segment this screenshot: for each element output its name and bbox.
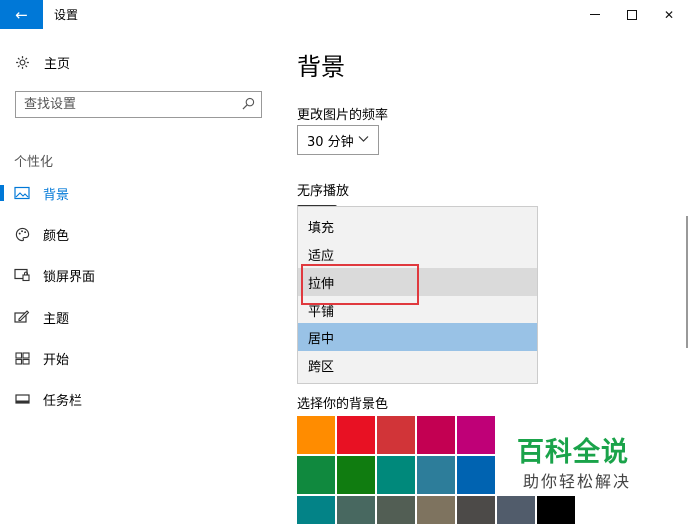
palette-icon xyxy=(14,226,30,242)
maximize-button[interactable] xyxy=(614,0,650,29)
sidebar-item-label: 任务栏 xyxy=(43,393,83,409)
color-swatch[interactable] xyxy=(337,496,375,524)
watermark-subtitle: 助你轻松解决 xyxy=(523,472,632,491)
picture-icon xyxy=(14,185,30,201)
close-icon: ✕ xyxy=(663,7,675,22)
home-label: 主页 xyxy=(44,56,71,72)
color-swatch[interactable] xyxy=(417,496,455,524)
section-title: 个性化 xyxy=(14,155,54,170)
color-swatch[interactable] xyxy=(537,496,575,524)
sidebar-item-label: 颜色 xyxy=(43,228,70,244)
color-swatch[interactable] xyxy=(377,416,415,454)
sidebar-item-background[interactable]: 背景 xyxy=(0,173,280,213)
color-swatch[interactable] xyxy=(457,496,495,524)
theme-icon xyxy=(14,309,30,325)
scrollbar-thumb[interactable] xyxy=(686,216,688,348)
color-swatch[interactable] xyxy=(337,456,375,494)
back-arrow-icon: ← xyxy=(15,5,28,24)
chevron-down-icon xyxy=(358,133,369,147)
color-swatch[interactable] xyxy=(497,496,535,524)
window-title: 设置 xyxy=(54,8,79,22)
minimize-button[interactable] xyxy=(577,0,613,29)
search-input[interactable] xyxy=(24,97,234,112)
color-swatch[interactable] xyxy=(417,456,455,494)
gear-icon xyxy=(14,54,30,70)
sidebar-item-themes[interactable]: 主题 xyxy=(0,297,280,337)
minimize-icon xyxy=(590,14,600,15)
color-swatch[interactable] xyxy=(377,496,415,524)
change-frequency-dropdown[interactable]: 30 分钟 xyxy=(297,125,379,155)
sidebar-item-label: 主题 xyxy=(43,311,70,327)
shuffle-label: 无序播放 xyxy=(297,184,350,199)
color-swatch[interactable] xyxy=(457,416,495,454)
back-button[interactable]: ← xyxy=(0,0,43,29)
color-swatch[interactable] xyxy=(377,456,415,494)
watermark-title: 百科全说 xyxy=(517,437,629,468)
background-color-label: 选择你的背景色 xyxy=(297,397,389,412)
fit-option-fill[interactable]: 填充 xyxy=(298,212,537,240)
sidebar: 主页 个性化 背景 颜色 锁屏界面 主题 开始 xyxy=(0,29,280,524)
maximize-icon xyxy=(627,9,637,20)
sidebar-item-start[interactable]: 开始 xyxy=(0,338,280,378)
dropdown-value: 30 分钟 xyxy=(307,134,354,150)
fit-option-center[interactable]: 居中 xyxy=(298,323,537,351)
title-bar: ← 设置 ✕ xyxy=(0,0,692,29)
search-box[interactable] xyxy=(15,91,262,118)
sidebar-item-label: 锁屏界面 xyxy=(43,269,96,285)
sidebar-item-label: 背景 xyxy=(43,187,70,203)
color-swatch[interactable] xyxy=(417,416,455,454)
close-button[interactable]: ✕ xyxy=(651,0,687,29)
page-title: 背景 xyxy=(297,53,345,81)
fit-option-span[interactable]: 跨区 xyxy=(298,351,537,379)
active-indicator xyxy=(0,185,4,201)
color-swatch[interactable] xyxy=(297,416,335,454)
annotation-highlight-box xyxy=(301,264,419,305)
taskbar-icon xyxy=(14,391,30,407)
color-swatch[interactable] xyxy=(297,496,335,524)
color-swatch[interactable] xyxy=(457,456,495,494)
sidebar-item-taskbar[interactable]: 任务栏 xyxy=(0,379,280,419)
home-link[interactable]: 主页 xyxy=(14,52,70,72)
color-swatch[interactable] xyxy=(297,456,335,494)
watermark: 百科全说 助你轻松解决 xyxy=(511,430,671,494)
lockscreen-icon xyxy=(14,267,30,283)
color-swatch[interactable] xyxy=(337,416,375,454)
search-icon[interactable] xyxy=(242,97,255,114)
sidebar-item-label: 开始 xyxy=(43,352,70,368)
change-frequency-label: 更改图片的频率 xyxy=(297,108,389,123)
sidebar-item-colors[interactable]: 颜色 xyxy=(0,214,280,254)
fit-dropdown-list: 填充 适应 拉伸 平铺 居中 跨区 xyxy=(297,206,538,384)
start-icon xyxy=(14,350,30,366)
sidebar-item-lockscreen[interactable]: 锁屏界面 xyxy=(0,255,280,295)
